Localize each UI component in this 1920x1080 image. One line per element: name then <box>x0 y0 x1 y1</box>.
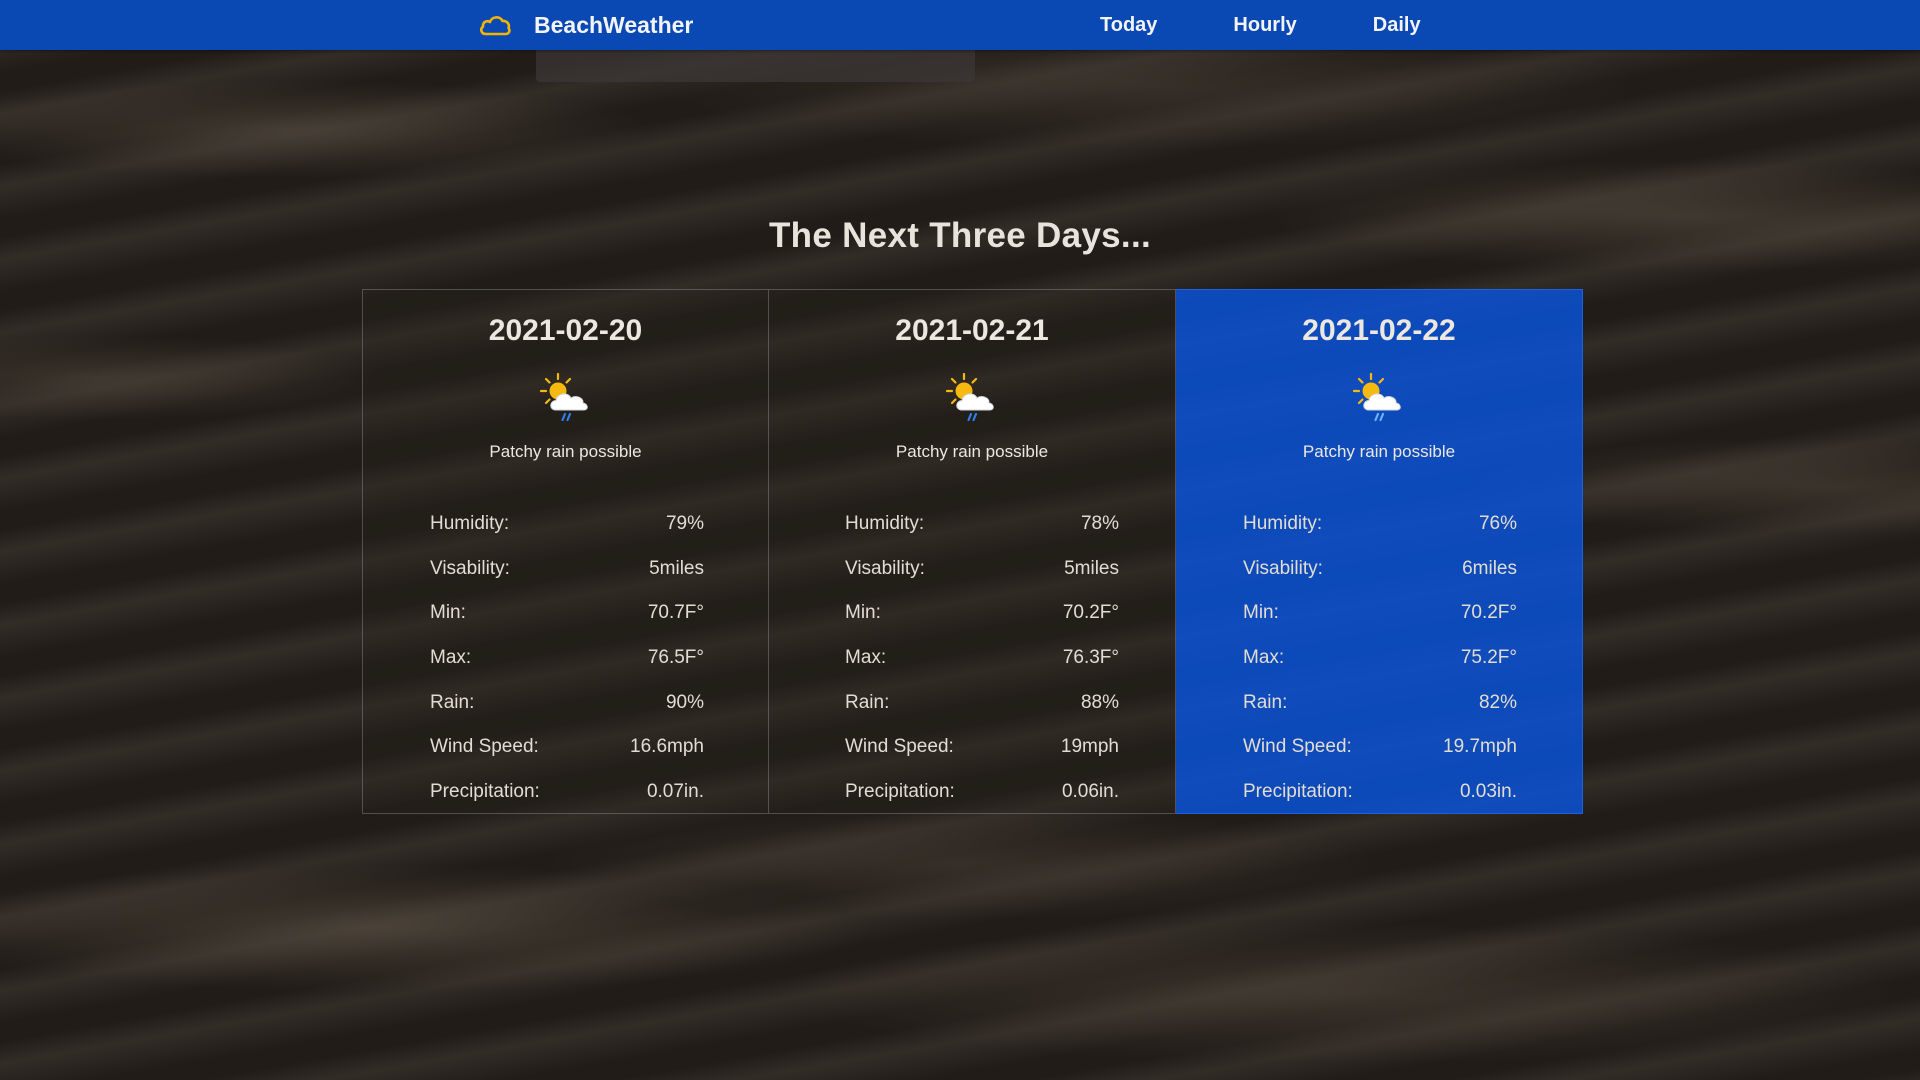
stat-value: 0.03in. <box>1459 780 1517 802</box>
stat-label: Min: <box>430 602 466 624</box>
stat-value: 76% <box>1478 513 1517 535</box>
nav-link-daily[interactable]: Daily <box>1373 14 1421 37</box>
stat-humidity: Humidity: 78% <box>845 502 1119 547</box>
stat-wind-speed: Wind Speed: 19.7mph <box>1243 725 1517 770</box>
patchy-rain-icon <box>1352 372 1401 422</box>
stat-precipitation: Precipitation: 0.07in. <box>430 770 704 815</box>
brand[interactable]: BeachWeather <box>478 0 693 50</box>
stat-label: Max: <box>845 647 887 669</box>
stat-max: Max: 75.2F° <box>1243 636 1517 681</box>
stats-list: Humidity: 76% Visability: 6miles Min: 70.2F… <box>1243 502 1517 814</box>
stat-humidity: Humidity: 76% <box>1243 502 1517 547</box>
stat-label: Max: <box>430 647 472 669</box>
stat-value: 19mph <box>1060 736 1119 758</box>
stat-max: Max: 76.5F° <box>430 636 704 681</box>
stat-label: Wind Speed: <box>430 736 539 758</box>
stat-precipitation: Precipitation: 0.06in. <box>845 770 1119 815</box>
forecast-card-day-1[interactable]: 2021-02-20 Patchy rain possible Humidity… <box>362 289 769 814</box>
stat-label: Humidity: <box>430 513 510 535</box>
nav-link-hourly[interactable]: Hourly <box>1233 14 1296 37</box>
stat-label: Humidity: <box>845 513 925 535</box>
stat-value: 70.7F° <box>647 602 704 624</box>
stat-humidity: Humidity: 79% <box>430 502 704 547</box>
top-navbar: BeachWeather Today Hourly Daily <box>0 0 1920 50</box>
stats-list: Humidity: 78% Visability: 5miles Min: 70.2F… <box>845 502 1119 814</box>
previous-section-panel <box>536 50 975 82</box>
stat-precipitation: Precipitation: 0.03in. <box>1243 770 1517 815</box>
forecast-card-day-3[interactable]: 2021-02-22 Patchy rain possible Humidity… <box>1176 289 1583 814</box>
patchy-rain-icon <box>539 372 588 422</box>
stat-label: Precipitation: <box>845 780 955 802</box>
condition-text: Patchy rain possible <box>895 442 1049 461</box>
stat-label: Max: <box>1243 647 1285 669</box>
stat-value: 76.5F° <box>647 647 704 669</box>
stat-label: Min: <box>845 602 881 624</box>
stat-value: 75.2F° <box>1460 647 1517 669</box>
stat-label: Precipitation: <box>430 780 540 802</box>
stat-value: 88% <box>1080 691 1119 713</box>
brand-name: BeachWeather <box>534 11 694 38</box>
nav-link-today[interactable]: Today <box>1100 14 1157 37</box>
stat-value: 76.3F° <box>1062 647 1119 669</box>
stat-label: Visability: <box>845 557 925 579</box>
forecast-card-day-2[interactable]: 2021-02-21 Patchy rain possible Humidity… <box>769 289 1176 814</box>
stat-value: 79% <box>665 513 704 535</box>
stat-visibility: Visability: 6miles <box>1243 547 1517 592</box>
section-title: The Next Three Days... <box>768 216 1151 255</box>
stat-value: 78% <box>1080 513 1119 535</box>
patchy-rain-icon <box>945 372 994 422</box>
stat-value: 82% <box>1478 691 1517 713</box>
stat-value: 70.2F° <box>1062 602 1119 624</box>
stat-value: 90% <box>665 691 704 713</box>
stat-value: 5miles <box>1064 557 1119 579</box>
stat-label: Visability: <box>1243 557 1323 579</box>
stat-label: Precipitation: <box>1243 780 1353 802</box>
card-date: 2021-02-22 <box>1302 314 1456 347</box>
stat-visibility: Visability: 5miles <box>430 547 704 592</box>
stat-rain: Rain: 90% <box>430 680 704 725</box>
forecast-cards: 2021-02-20 Patchy rain possible Humidity… <box>362 289 1583 814</box>
stat-value: 70.2F° <box>1460 602 1517 624</box>
stat-label: Wind Speed: <box>845 736 954 758</box>
stat-value: 5miles <box>649 557 704 579</box>
stat-label: Wind Speed: <box>1243 736 1352 758</box>
stat-wind-speed: Wind Speed: 16.6mph <box>430 725 704 770</box>
stat-value: 16.6mph <box>630 736 704 758</box>
stat-label: Rain: <box>430 691 475 713</box>
stat-label: Humidity: <box>1243 513 1323 535</box>
stat-value: 0.06in. <box>1061 780 1119 802</box>
stat-min: Min: 70.2F° <box>845 591 1119 636</box>
stat-label: Visability: <box>430 557 510 579</box>
stat-label: Rain: <box>1243 691 1288 713</box>
stat-value: 19.7mph <box>1443 736 1517 758</box>
condition-text: Patchy rain possible <box>1302 442 1456 461</box>
cloud-icon <box>480 16 511 36</box>
stat-visibility: Visability: 5miles <box>845 547 1119 592</box>
card-date: 2021-02-20 <box>488 314 643 347</box>
stat-rain: Rain: 88% <box>845 680 1119 725</box>
stat-value: 0.07in. <box>646 780 704 802</box>
stat-min: Min: 70.2F° <box>1243 591 1517 636</box>
stats-list: Humidity: 79% Visability: 5miles Min: 70.7F… <box>430 502 704 814</box>
stat-label: Rain: <box>845 691 890 713</box>
stat-rain: Rain: 82% <box>1243 680 1517 725</box>
nav-links: Today Hourly Daily <box>1100 0 1497 50</box>
stat-label: Min: <box>1243 602 1279 624</box>
stat-wind-speed: Wind Speed: 19mph <box>845 725 1119 770</box>
card-date: 2021-02-21 <box>895 314 1049 347</box>
condition-text: Patchy rain possible <box>489 442 642 461</box>
stat-min: Min: 70.7F° <box>430 591 704 636</box>
stat-max: Max: 76.3F° <box>845 636 1119 681</box>
stat-value: 6miles <box>1462 557 1517 579</box>
